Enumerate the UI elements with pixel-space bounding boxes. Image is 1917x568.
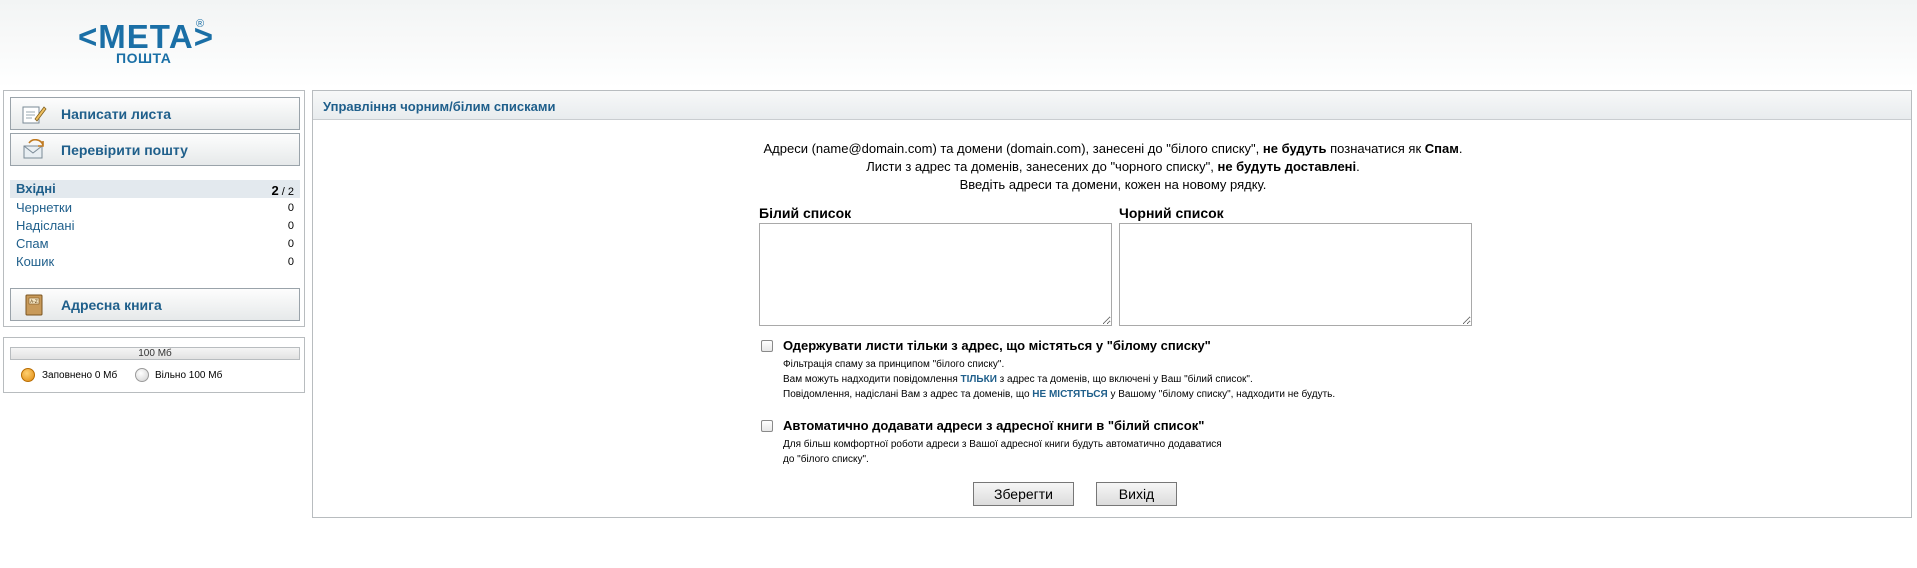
- auto-add-description: Для більш комфортної роботи адреси з Ваш…: [783, 439, 1222, 465]
- intro-line-1: Адреси (name@domain.com) та домени (doma…: [763, 141, 1463, 156]
- quota-panel: 100 Мб Заповнено 0 Мб Вільно 100 Мб: [3, 337, 305, 393]
- folder-trash-name: Кошик: [16, 254, 55, 269]
- blacklist-textarea[interactable]: [1119, 223, 1472, 326]
- intro-line-2: Листи з адрес та доменів, занесених до "…: [866, 159, 1360, 174]
- page-header: <МЕТА> ® ПОШТА: [0, 0, 1917, 88]
- free-legend-label: Вільно 100 Мб: [155, 370, 223, 381]
- compose-icon: [22, 106, 47, 124]
- check-mail-button[interactable]: Перевірити пошту: [10, 133, 300, 166]
- folder-sent-count: 0: [287, 220, 294, 232]
- folder-sent[interactable]: Надіслані 0: [10, 217, 300, 235]
- check-mail-label: Перевірити пошту: [61, 142, 188, 158]
- folder-inbox[interactable]: Вхідні 2 / 2: [10, 180, 300, 198]
- folder-trash-count: 0: [287, 256, 294, 268]
- logo-registered-mark: ®: [196, 18, 205, 30]
- used-legend-icon: [21, 368, 35, 382]
- whitelist-only-title: Одержувати листи тільки з адрес, що міст…: [783, 338, 1211, 353]
- blacklist-label: Чорний список: [1119, 205, 1224, 221]
- whitelist-label: Білий список: [759, 205, 852, 221]
- folder-inbox-name: Вхідні: [16, 181, 56, 196]
- address-book-button[interactable]: A-Z Адресна книга: [10, 288, 300, 321]
- svg-text:A-Z: A-Z: [30, 299, 38, 305]
- auto-add-checkbox[interactable]: [761, 420, 773, 432]
- page-title: Управління чорним/білим списками: [323, 99, 556, 114]
- used-legend-label: Заповнено 0 Мб: [42, 370, 118, 381]
- folder-spam-count: 0: [287, 238, 294, 250]
- exit-button[interactable]: Вихід: [1096, 482, 1177, 506]
- folder-spam-name: Спам: [16, 236, 49, 251]
- panel-header: Управління чорним/білим списками: [313, 91, 1911, 120]
- auto-add-title: Автоматично додавати адреси з адресної к…: [783, 418, 1205, 433]
- folder-spam[interactable]: Спам 0: [10, 235, 300, 253]
- check-mail-icon: [23, 139, 44, 159]
- whitelist-only-checkbox[interactable]: [761, 340, 773, 352]
- address-book-icon: A-Z: [25, 294, 43, 316]
- address-book-label: Адресна книга: [61, 297, 162, 313]
- folder-trash[interactable]: Кошик 0: [10, 253, 300, 271]
- folder-inbox-count: 2 / 2: [271, 183, 294, 198]
- intro-text: Адреси (name@domain.com) та домени (doma…: [313, 140, 1913, 194]
- free-legend-icon: [135, 368, 149, 382]
- intro-line-3: Введіть адреси та домени, кожен на новом…: [959, 177, 1267, 192]
- list-management-panel: Управління чорним/білим списками Адреси …: [312, 90, 1912, 518]
- meta-logo[interactable]: <МЕТА> ® ПОШТА: [78, 18, 213, 68]
- compose-button[interactable]: Написати листа: [10, 97, 300, 130]
- folder-drafts[interactable]: Чернетки 0: [10, 199, 300, 217]
- compose-label: Написати листа: [61, 106, 171, 122]
- folder-drafts-count: 0: [287, 202, 294, 214]
- quota-bar: 100 Мб: [10, 347, 300, 360]
- folder-sent-name: Надіслані: [16, 218, 75, 233]
- sidebar: Написати листа Перевірити пошту Вхідні 2…: [3, 90, 305, 327]
- logo-subtitle: ПОШТА: [116, 50, 172, 66]
- save-button[interactable]: Зберегти: [973, 482, 1074, 506]
- folder-drafts-name: Чернетки: [16, 200, 73, 215]
- whitelist-only-description: Фільтрація спаму за принципом "білого сп…: [783, 359, 1336, 400]
- whitelist-textarea[interactable]: [759, 223, 1112, 326]
